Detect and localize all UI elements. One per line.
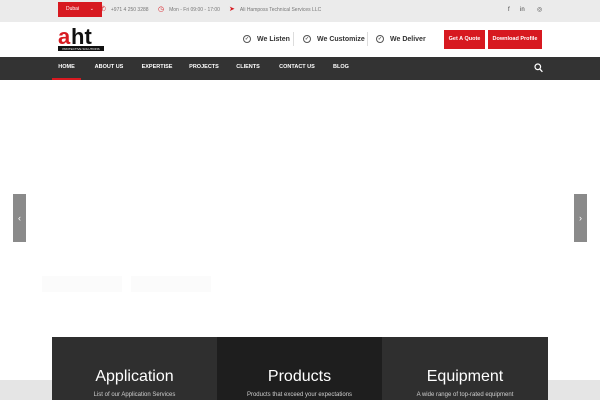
hero-slider: ‹ ›	[0, 80, 600, 380]
location-arrow-icon: ➤	[229, 6, 235, 13]
phone-info[interactable]: ✆ +971 4 250 3288	[100, 5, 149, 15]
chevron-down-icon: ⌄	[89, 6, 94, 12]
feature-title: Equipment	[426, 368, 504, 385]
divider	[293, 32, 294, 46]
page: Dubai ⌄ ✆ +971 4 250 3288 ◷ Mon - Fri 09…	[0, 0, 600, 400]
nav-item-about-us[interactable]: ABOUT US	[90, 57, 128, 80]
check-circle-icon: ✓	[303, 35, 311, 43]
value-deliver-label: We Deliver	[390, 35, 426, 43]
logo-tagline: PROTECTIVE SOLUTIONS	[62, 47, 99, 51]
check-circle-icon: ✓	[376, 35, 384, 43]
nav-item-home[interactable]: HOME	[52, 57, 81, 80]
company-info: ➤ Ali Hamposs Technical Services LLC	[229, 5, 321, 15]
nav-item-clients[interactable]: CLIENTS	[232, 57, 264, 80]
nav-item-blog[interactable]: BLOG	[330, 57, 352, 80]
logo-letters-ht: ht	[71, 25, 92, 49]
feature-text: A wide range of top-rated equipment	[416, 392, 514, 398]
download-profile-button[interactable]: Download Profile	[488, 30, 542, 49]
feature-box-products[interactable]: Products Products that exceed your expec…	[217, 337, 382, 400]
city-selector[interactable]: Dubai ⌄	[58, 2, 102, 17]
nav-item-expertise[interactable]: EXPERTISE	[138, 57, 176, 80]
header: a ht PROTECTIVE SOLUTIONS ✓ We Listen ✓ …	[0, 22, 600, 57]
feature-title: Products	[267, 368, 332, 385]
feature-box-equipment[interactable]: Equipment A wide range of top-rated equi…	[382, 337, 548, 400]
nav-item-projects[interactable]: PROJECTS	[186, 57, 222, 80]
main-nav: HOME ABOUT US EXPERTISE PROJECTS CLIENTS…	[0, 57, 600, 80]
hours-text: Mon - Fri 09:00 - 17:00	[169, 7, 220, 13]
feature-text: List of our Application Services	[93, 392, 176, 398]
linkedin-icon[interactable]: in	[520, 5, 525, 15]
logo-letter-a: a	[58, 25, 71, 49]
nav-item-contact-us[interactable]: CONTACT US	[275, 57, 319, 80]
city-label: Dubai	[66, 6, 80, 12]
clock-icon: ◷	[158, 6, 165, 13]
value-customize: ✓ We Customize	[303, 35, 365, 43]
hours-info: ◷ Mon - Fri 09:00 - 17:00	[158, 5, 220, 15]
company-name: Ali Hamposs Technical Services LLC	[239, 7, 322, 13]
top-bar: Dubai ⌄ ✆ +971 4 250 3288 ◷ Mon - Fri 09…	[0, 0, 600, 22]
get-a-quote-button[interactable]: Get A Quote	[444, 30, 485, 49]
slider-next-button[interactable]: ›	[574, 194, 587, 242]
value-customize-label: We Customize	[317, 35, 365, 43]
phone-icon: ✆	[100, 6, 106, 13]
value-listen: ✓ We Listen	[243, 35, 290, 43]
search-icon[interactable]	[534, 63, 543, 73]
feature-box-application[interactable]: Application List of our Application Serv…	[52, 337, 217, 400]
value-deliver: ✓ We Deliver	[376, 35, 426, 43]
slide-ghost-button[interactable]	[131, 276, 211, 292]
phone-number: +971 4 250 3288	[110, 7, 149, 13]
instagram-icon[interactable]: ◎	[537, 5, 542, 15]
facebook-icon[interactable]: f	[508, 5, 510, 15]
check-circle-icon: ✓	[243, 35, 251, 43]
slider-prev-button[interactable]: ‹	[13, 194, 26, 242]
divider	[367, 32, 368, 46]
feature-title: Application	[95, 368, 174, 385]
feature-text: Products that exceed your expectations	[246, 392, 353, 398]
value-listen-label: We Listen	[257, 35, 290, 43]
slide-ghost-button[interactable]	[42, 276, 122, 292]
company-logo[interactable]: a ht PROTECTIVE SOLUTIONS	[58, 25, 104, 53]
